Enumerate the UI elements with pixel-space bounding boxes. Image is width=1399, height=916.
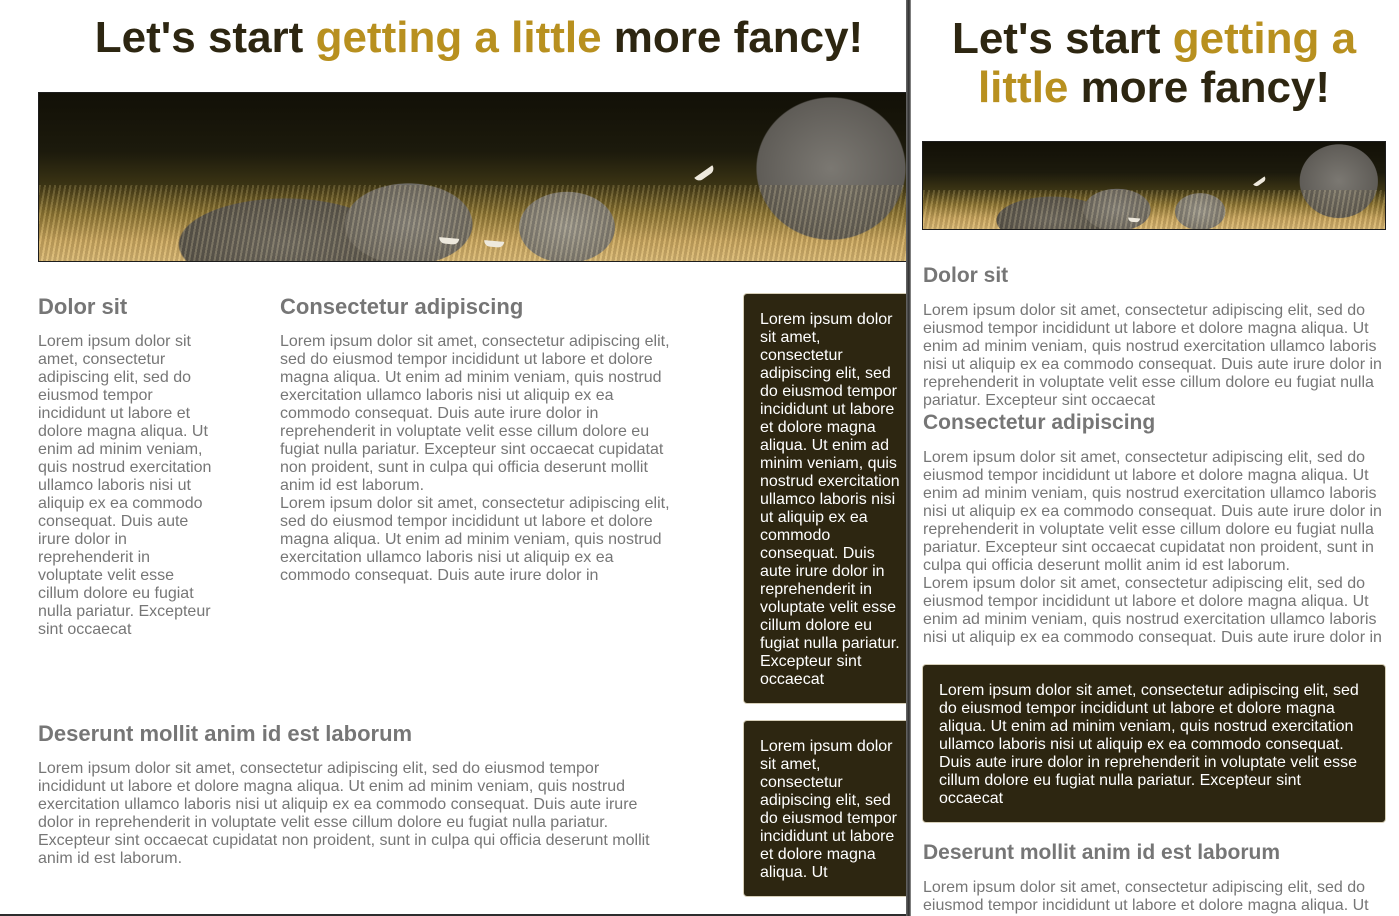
section-title-dolor: Dolor sit bbox=[38, 294, 128, 319]
highlight-card-secondary: Lorem ipsum dolor sit amet, consectetur … bbox=[743, 720, 909, 897]
section-title-consectetur-narrow: Consectetur adipiscing bbox=[923, 411, 1156, 434]
highlight-card: Lorem ipsum dolor sit amet, consectetur … bbox=[743, 293, 909, 704]
wide-layout-pane: Let's start getting a little more fancy!… bbox=[0, 0, 909, 916]
section-text-dolor-narrow: Lorem ipsum dolor sit amet, consectetur … bbox=[923, 302, 1382, 409]
section-text-consectetur-narrow-1: Lorem ipsum dolor sit amet, consectetur … bbox=[923, 449, 1382, 574]
section-title-dolor-narrow: Dolor sit bbox=[923, 264, 1009, 287]
section-text-dolor: Lorem ipsum dolor sit amet, consectetur … bbox=[38, 333, 212, 638]
section-text-consectetur-2: Lorem ipsum dolor sit amet, consectetur … bbox=[280, 495, 670, 584]
heading-accent: getting a little bbox=[315, 13, 602, 62]
grass-texture bbox=[923, 189, 1385, 229]
card-text: Lorem ipsum dolor sit amet, consectetur … bbox=[760, 311, 900, 688]
page-heading-narrow: Let's start getting a little more fancy! bbox=[911, 14, 1397, 112]
section-title-deserunt-narrow: Deserunt mollit anim id est laborum bbox=[923, 841, 1281, 864]
section-text-consectetur-narrow-2: Lorem ipsum dolor sit amet, consectetur … bbox=[923, 575, 1382, 646]
section-text-deserunt: Lorem ipsum dolor sit amet, consectetur … bbox=[38, 760, 650, 867]
narrow-layout-pane: Let's start getting a little more fancy!… bbox=[911, 0, 1399, 916]
page-heading: Let's start getting a little more fancy! bbox=[0, 14, 909, 62]
card-text-secondary: Lorem ipsum dolor sit amet, consectetur … bbox=[760, 738, 897, 881]
heading-start: Let's start bbox=[951, 14, 1173, 63]
hero-image bbox=[38, 92, 909, 262]
tusk-shape bbox=[1253, 176, 1267, 188]
heading-end: more fancy! bbox=[601, 13, 864, 62]
tusk-shape bbox=[694, 165, 716, 183]
section-title-consectetur: Consectetur adipiscing bbox=[280, 294, 524, 319]
section-text-deserunt-narrow: Lorem ipsum dolor sit amet, consectetur … bbox=[923, 879, 1369, 914]
hero-image-narrow bbox=[922, 141, 1386, 230]
section-title-deserunt: Deserunt mollit anim id est laborum bbox=[38, 721, 413, 746]
card-text-narrow: Lorem ipsum dolor sit amet, consectetur … bbox=[939, 682, 1359, 807]
heading-end: more fancy! bbox=[1068, 63, 1331, 112]
section-text-consectetur-1: Lorem ipsum dolor sit amet, consectetur … bbox=[280, 333, 670, 494]
highlight-card-narrow: Lorem ipsum dolor sit amet, consectetur … bbox=[922, 664, 1386, 823]
heading-start: Let's start bbox=[94, 13, 316, 62]
grass-texture bbox=[39, 185, 909, 261]
